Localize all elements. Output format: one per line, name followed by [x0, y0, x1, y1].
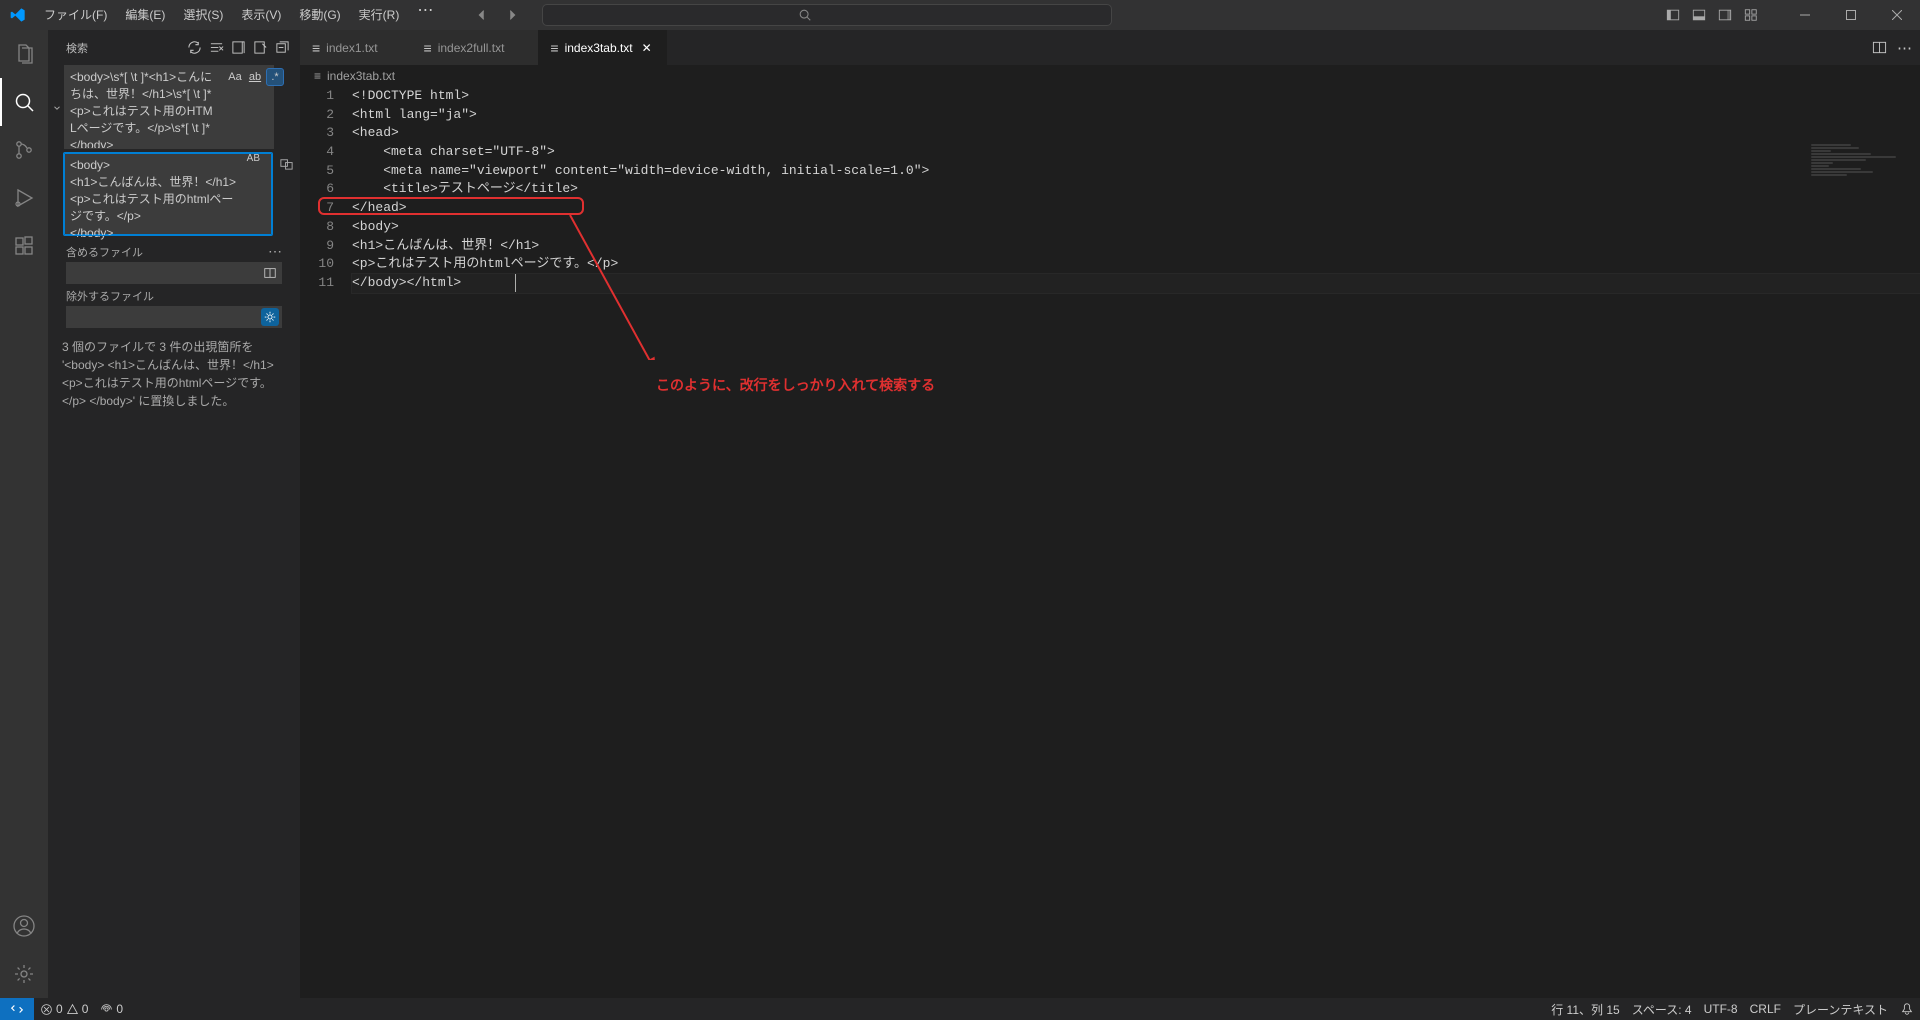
use-exclude-settings-toggle[interactable] — [261, 308, 279, 326]
status-problems[interactable]: 0 0 — [34, 998, 94, 1020]
exclude-files-label: 除外するファイル — [66, 288, 154, 304]
breadcrumb-item: index3tab.txt — [327, 69, 395, 83]
window-controls — [1782, 0, 1920, 30]
collapse-all-icon[interactable] — [272, 38, 292, 58]
menu-select[interactable]: 選択(S) — [174, 0, 232, 30]
layout-controls — [1662, 4, 1762, 26]
file-icon: ≡ — [424, 40, 432, 56]
toggle-replace-icon[interactable] — [50, 65, 64, 113]
file-icon: ≡ — [550, 40, 558, 56]
menu-edit[interactable]: 編集(E) — [116, 0, 174, 30]
status-notifications-icon[interactable] — [1894, 998, 1920, 1020]
more-actions-icon[interactable]: ⋯ — [1897, 39, 1912, 57]
search-panel-title: 検索 — [66, 40, 88, 56]
file-icon: ≡ — [314, 69, 321, 83]
split-editor-icon[interactable] — [1872, 40, 1887, 55]
menu-view[interactable]: 表示(V) — [232, 0, 290, 30]
tab-index1[interactable]: ≡ index1.txt — [300, 30, 412, 65]
status-eol[interactable]: CRLF — [1744, 998, 1787, 1020]
search-panel: 検索 <body>\s*[ \t ]*<h1>こんにちは、世界！</h1>\s*… — [48, 30, 300, 998]
nav-back[interactable] — [472, 0, 492, 30]
tab-label: index3tab.txt — [565, 41, 633, 55]
vscode-logo — [0, 7, 35, 23]
search-icon — [798, 8, 812, 22]
status-indentation[interactable]: スペース: 4 — [1626, 998, 1698, 1020]
tab-label: index2full.txt — [438, 41, 505, 55]
clear-search-icon[interactable] — [206, 38, 226, 58]
source-control-icon[interactable] — [0, 126, 48, 174]
nav-arrows — [472, 0, 522, 30]
replace-all-button[interactable] — [276, 153, 296, 173]
toggle-search-details-icon[interactable]: ⋯ — [268, 243, 282, 260]
maximize-button[interactable] — [1828, 0, 1874, 30]
minimap[interactable] — [1811, 144, 1906, 344]
menu-file[interactable]: ファイル(F) — [35, 0, 116, 30]
search-icon[interactable] — [0, 78, 48, 126]
match-word-toggle[interactable]: ab — [246, 68, 264, 86]
settings-gear-icon[interactable] — [0, 950, 48, 998]
include-files-input[interactable] — [66, 262, 282, 284]
extensions-icon[interactable] — [0, 222, 48, 270]
breadcrumb[interactable]: ≡ index3tab.txt — [300, 65, 1920, 87]
search-results-message: 3 個のファイルで 3 件の出現箇所を '<body> <h1>こんばんは、世界… — [48, 328, 296, 410]
tab-label: index1.txt — [326, 41, 377, 55]
nav-forward[interactable] — [502, 0, 522, 30]
regex-toggle[interactable]: .* — [266, 68, 284, 86]
book-icon[interactable] — [261, 264, 279, 282]
open-new-editor-icon[interactable] — [228, 38, 248, 58]
status-cursor-position[interactable]: 行 11、列 15 — [1545, 998, 1625, 1020]
explorer-icon[interactable] — [0, 30, 48, 78]
close-button[interactable] — [1874, 0, 1920, 30]
exclude-files-input[interactable] — [66, 306, 282, 328]
menu-overflow[interactable]: ⋯ — [408, 0, 442, 30]
minimize-button[interactable] — [1782, 0, 1828, 30]
code-editor[interactable]: 1234567891011 <!DOCTYPE html><html lang=… — [300, 87, 1920, 998]
remote-indicator[interactable] — [0, 998, 34, 1020]
command-center-search[interactable] — [542, 4, 1112, 26]
tab-index3tab[interactable]: ≡ index3tab.txt ✕ — [538, 30, 666, 65]
status-language-mode[interactable]: プレーンテキスト — [1787, 998, 1894, 1020]
activity-bar — [0, 30, 48, 998]
accounts-icon[interactable] — [0, 902, 48, 950]
refresh-icon[interactable] — [184, 38, 204, 58]
close-tab-icon[interactable]: ✕ — [639, 40, 655, 56]
match-case-toggle[interactable]: Aa — [226, 68, 244, 86]
titlebar: ファイル(F) 編集(E) 選択(S) 表示(V) 移動(G) 実行(R) ⋯ — [0, 0, 1920, 30]
preserve-case-toggle[interactable]: AB — [247, 153, 260, 164]
status-bar: 0 0 0 行 11、列 15 スペース: 4 UTF-8 CRLF プレーンテ… — [0, 998, 1920, 1020]
editor-tabs: ≡ index1.txt ≡ index2full.txt ≡ index3tab.t… — [300, 30, 1920, 65]
toggle-primary-sidebar-icon[interactable] — [1662, 4, 1684, 26]
annotation-highlight-box — [318, 197, 584, 215]
file-icon: ≡ — [312, 40, 320, 56]
view-as-tree-icon[interactable] — [250, 38, 270, 58]
customize-layout-icon[interactable] — [1740, 4, 1762, 26]
toggle-panel-icon[interactable] — [1688, 4, 1710, 26]
replace-input[interactable]: <body> <h1>こんばんは、世界！</h1> <p>これはテスト用のhtm… — [64, 153, 272, 235]
editor-area: ≡ index1.txt ≡ index2full.txt ≡ index3tab.t… — [300, 30, 1920, 998]
include-files-label: 含めるファイル — [66, 244, 143, 260]
status-ports[interactable]: 0 — [94, 998, 129, 1020]
toggle-secondary-sidebar-icon[interactable] — [1714, 4, 1736, 26]
tab-index2full[interactable]: ≡ index2full.txt — [412, 30, 539, 65]
annotation-text: このように、改行をしっかり入れて検索する — [656, 375, 935, 395]
menu-run[interactable]: 実行(R) — [350, 0, 409, 30]
menubar: ファイル(F) 編集(E) 選択(S) 表示(V) 移動(G) 実行(R) ⋯ — [35, 0, 442, 30]
status-encoding[interactable]: UTF-8 — [1698, 998, 1744, 1020]
run-debug-icon[interactable] — [0, 174, 48, 222]
menu-go[interactable]: 移動(G) — [290, 0, 349, 30]
